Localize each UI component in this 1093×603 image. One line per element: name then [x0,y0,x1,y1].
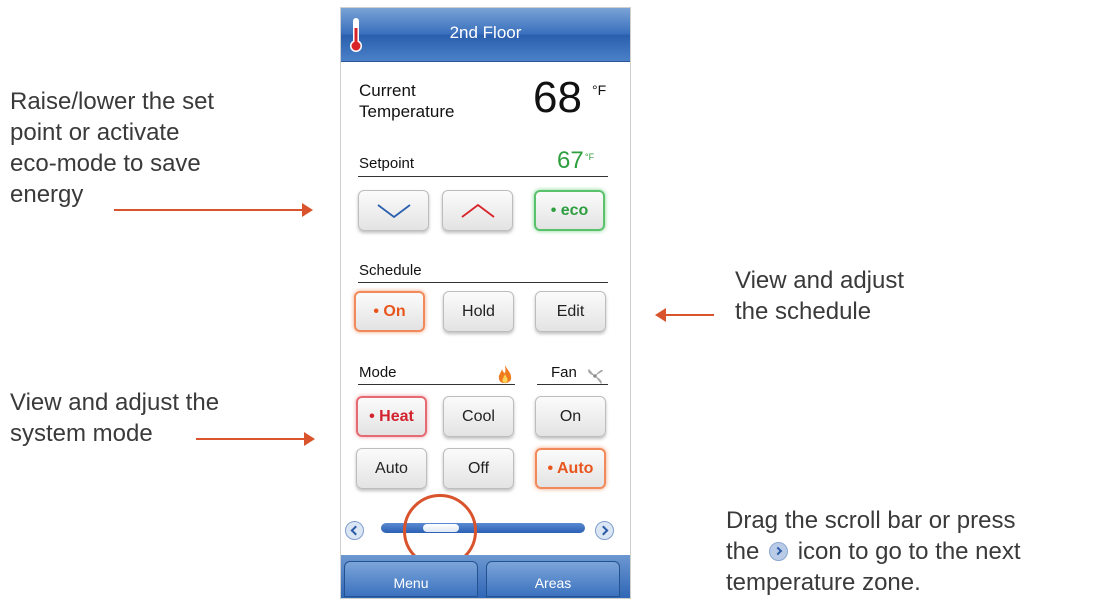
mode-auto-button[interactable]: Auto [356,448,427,489]
divider [537,384,608,385]
setpoint-down-button[interactable] [358,190,429,231]
setpoint-arrow-head [302,203,313,217]
callout-line: the icon to go to the next [726,536,1021,567]
current-temperature-unit: °F [592,82,607,98]
title-bar: 2nd Floor [341,8,630,62]
callout-line: Raise/lower the set [10,88,215,115]
callout-line: View and adjust [735,267,905,294]
callout-line: View and adjust the [10,389,220,416]
schedule-on-button[interactable]: • On [354,291,425,332]
scroll-callout: Drag the scroll bar or press the icon to… [726,505,1021,598]
chevron-down-icon [376,203,411,218]
divider [358,176,608,177]
callout-line: system mode [10,420,153,447]
eco-button[interactable]: • eco [534,190,605,231]
callout-text: the [726,538,760,565]
label-line: Temperature [359,102,455,121]
callout-line: Drag the scroll bar or press [726,507,1016,534]
fan-icon [588,369,603,384]
mode-cool-button[interactable]: Cool [443,396,514,437]
zone-title: 2nd Floor [449,23,522,42]
callout-line: the schedule [735,298,872,325]
scroll-right-icon[interactable] [595,521,614,540]
fan-label: Fan [551,364,577,381]
flame-icon [498,365,512,384]
schedule-hold-button[interactable]: Hold [443,291,514,332]
setpoint-value: 67 [557,147,584,174]
schedule-label: Schedule [359,262,422,279]
label-line: Current [359,81,416,100]
current-temperature-label: Current Temperature [359,80,454,122]
mode-label: Mode [359,364,397,381]
next-zone-icon [769,542,789,561]
mode-arrow-head [304,432,315,446]
callout-line: point or activate [10,119,180,146]
schedule-edit-button[interactable]: Edit [535,291,606,332]
setpoint-label: Setpoint [359,155,415,172]
scroll-left-icon[interactable] [345,521,364,540]
schedule-callout: View and adjust the schedule [735,265,904,327]
areas-tab[interactable]: Areas [486,561,620,597]
setpoint-callout: Raise/lower the set point or activate ec… [10,86,214,210]
setpoint-unit: °F [585,152,595,162]
mode-off-button[interactable]: Off [443,448,514,489]
thermostat-screen: 2nd Floor Current Temperature 68 °F Setp… [340,7,631,599]
callout-text: icon to go to the next [797,538,1021,565]
mode-heat-button[interactable]: • Heat [356,396,427,437]
fan-on-button[interactable]: On [535,396,606,437]
setpoint-arrow [114,209,302,211]
divider [358,384,515,385]
schedule-arrow [664,314,714,316]
callout-line: eco-mode to save [10,150,201,177]
current-temperature-value: 68 [533,73,582,122]
callout-line: temperature zone. [726,569,921,596]
menu-tab[interactable]: Menu [344,561,478,597]
fan-auto-button[interactable]: • Auto [535,448,606,489]
mode-callout: View and adjust the system mode [10,387,219,449]
bottom-bar: Menu Areas [341,555,630,598]
callout-line: energy [10,181,84,208]
divider [358,282,608,283]
chevron-up-icon [460,203,495,218]
setpoint-up-button[interactable] [442,190,513,231]
mode-arrow [196,438,304,440]
